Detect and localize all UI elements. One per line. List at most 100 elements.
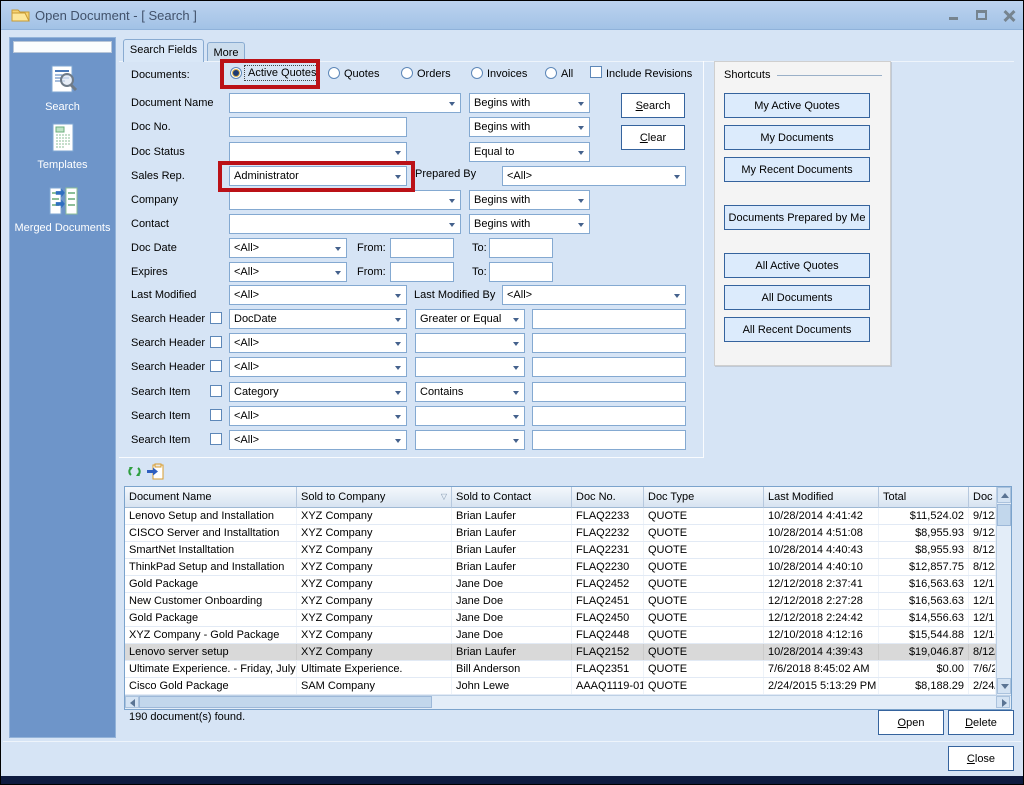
tab-search-fields[interactable]: Search Fields [123, 39, 204, 62]
search-item-2-operator-combo[interactable] [415, 406, 525, 426]
table-row[interactable]: Gold PackageXYZ CompanyJane DoeFLAQ2450Q… [125, 610, 996, 627]
radio-label-active-quotes[interactable]: Active Quotes [244, 65, 320, 81]
scroll-left-button[interactable] [125, 696, 139, 708]
table-row[interactable]: New Customer OnboardingXYZ CompanyJane D… [125, 593, 996, 610]
doc-date-from-input[interactable] [390, 238, 454, 258]
search-header-2-field-combo[interactable]: <All> [229, 333, 407, 353]
search-item-2-field-combo[interactable]: <All> [229, 406, 407, 426]
scroll-right-button[interactable] [996, 696, 1010, 708]
all-active-quotes-button[interactable]: All Active Quotes [724, 253, 870, 278]
search-header-1-field-combo[interactable]: DocDate [229, 309, 407, 329]
radio-label-orders[interactable]: Orders [417, 68, 451, 80]
search-header-2-value-input[interactable] [532, 333, 686, 353]
contact-combo[interactable] [229, 214, 461, 234]
refresh-icon[interactable] [127, 464, 142, 482]
search-header-2-checkbox[interactable] [210, 336, 222, 348]
table-row[interactable]: Gold PackageXYZ CompanyJane DoeFLAQ2452Q… [125, 576, 996, 593]
column-header-doc-type[interactable]: Doc Type [644, 487, 764, 508]
column-header-doc-id[interactable]: Doc I [969, 487, 996, 508]
document-name-operator-combo[interactable]: Begins with [469, 93, 590, 113]
search-item-3-checkbox[interactable] [210, 433, 222, 445]
my-active-quotes-button[interactable]: My Active Quotes [724, 93, 870, 118]
include-revisions-label[interactable]: Include Revisions [606, 68, 692, 80]
minimize-button[interactable] [947, 9, 961, 22]
horizontal-scroll-thumb[interactable] [139, 696, 432, 708]
column-header-document-name[interactable]: Document Name [125, 487, 297, 508]
column-header-sold-to-contact[interactable]: Sold to Contact [452, 487, 572, 508]
tab-more[interactable]: More [207, 42, 245, 62]
table-row[interactable]: ThinkPad Setup and InstallationXYZ Compa… [125, 559, 996, 576]
sidebar-item-templates[interactable]: Templates [10, 122, 115, 171]
doc-date-to-input[interactable] [489, 238, 553, 258]
documents-prepared-by-me-button[interactable]: Documents Prepared by Me [724, 205, 870, 230]
search-header-1-operator-combo[interactable]: Greater or Equal [415, 309, 525, 329]
radio-label-invoices[interactable]: Invoices [487, 68, 527, 80]
all-documents-button[interactable]: All Documents [724, 285, 870, 310]
search-item-1-field-combo[interactable]: Category [229, 382, 407, 402]
doc-date-combo[interactable]: <All> [229, 238, 347, 258]
my-documents-button[interactable]: My Documents [724, 125, 870, 150]
vertical-scroll-thumb[interactable] [997, 504, 1011, 526]
column-header-doc-no[interactable]: Doc No. [572, 487, 644, 508]
column-header-total[interactable]: Total [879, 487, 969, 508]
search-item-1-checkbox[interactable] [210, 385, 222, 397]
contact-operator-combo[interactable]: Begins with [469, 214, 590, 234]
search-header-3-checkbox[interactable] [210, 360, 222, 372]
sidebar-item-merged-documents[interactable]: Merged Documents [10, 185, 115, 234]
scroll-down-button[interactable] [997, 678, 1011, 694]
include-revisions-checkbox[interactable] [590, 66, 602, 78]
doc-no-operator-combo[interactable]: Begins with [469, 117, 590, 137]
expires-from-input[interactable] [390, 262, 454, 282]
close-window-button[interactable] [1002, 9, 1016, 22]
column-header-last-modified[interactable]: Last Modified [764, 487, 879, 508]
open-button[interactable]: Open [878, 710, 944, 735]
search-header-3-field-combo[interactable]: <All> [229, 357, 407, 377]
search-header-3-operator-combo[interactable] [415, 357, 525, 377]
search-item-1-value-input[interactable] [532, 382, 686, 402]
doc-status-combo[interactable] [229, 142, 407, 162]
horizontal-scrollbar[interactable] [125, 695, 1011, 709]
table-row[interactable]: Ultimate Experience. - Friday, JulyUltim… [125, 661, 996, 678]
column-header-sold-to-company[interactable]: Sold to Company▽ [297, 487, 452, 508]
table-row[interactable]: XYZ Company - Gold PackageXYZ CompanyJan… [125, 627, 996, 644]
radio-invoices[interactable] [471, 67, 483, 79]
table-row[interactable]: Cisco Gold PackageSAM CompanyJohn LeweAA… [125, 678, 996, 695]
search-header-1-value-input[interactable] [532, 309, 686, 329]
title-bar[interactable]: Open Document - [ Search ] [1, 1, 1023, 30]
search-item-3-field-combo[interactable]: <All> [229, 430, 407, 450]
search-item-1-operator-combo[interactable]: Contains [415, 382, 525, 402]
radio-label-quotes[interactable]: Quotes [344, 68, 379, 80]
sidebar-item-search[interactable]: Search [10, 64, 115, 113]
results-grid-header[interactable]: Document Name Sold to Company▽ Sold to C… [125, 487, 996, 508]
company-operator-combo[interactable]: Begins with [469, 190, 590, 210]
radio-label-all[interactable]: All [561, 68, 573, 80]
last-modified-combo[interactable]: <All> [229, 285, 407, 305]
company-combo[interactable] [229, 190, 461, 210]
my-recent-documents-button[interactable]: My Recent Documents [724, 157, 870, 182]
radio-all[interactable] [545, 67, 557, 79]
maximize-button[interactable] [975, 9, 989, 22]
doc-status-operator-combo[interactable]: Equal to [469, 142, 590, 162]
clear-button[interactable]: Clear [621, 125, 685, 150]
radio-quotes[interactable] [328, 67, 340, 79]
last-modified-by-combo[interactable]: <All> [502, 285, 686, 305]
search-item-3-value-input[interactable] [532, 430, 686, 450]
search-item-2-value-input[interactable] [532, 406, 686, 426]
search-item-2-checkbox[interactable] [210, 409, 222, 421]
search-header-3-value-input[interactable] [532, 357, 686, 377]
table-row[interactable]: Lenovo Setup and InstallationXYZ Company… [125, 508, 996, 525]
table-row[interactable]: SmartNet InstalltationXYZ CompanyBrian L… [125, 542, 996, 559]
close-button[interactable]: Close [948, 746, 1014, 771]
vertical-scrollbar[interactable] [996, 487, 1011, 695]
expires-to-input[interactable] [489, 262, 553, 282]
doc-no-input[interactable] [229, 117, 407, 137]
search-header-2-operator-combo[interactable] [415, 333, 525, 353]
sales-rep-combo[interactable]: Administrator [229, 166, 407, 186]
delete-button[interactable]: Delete [948, 710, 1014, 735]
all-recent-documents-button[interactable]: All Recent Documents [724, 317, 870, 342]
search-item-3-operator-combo[interactable] [415, 430, 525, 450]
prepared-by-combo[interactable]: <All> [502, 166, 686, 186]
document-name-combo[interactable] [229, 93, 461, 113]
radio-active-quotes[interactable] [230, 67, 242, 79]
table-row[interactable]: Lenovo server setupXYZ CompanyBrian Lauf… [125, 644, 996, 661]
